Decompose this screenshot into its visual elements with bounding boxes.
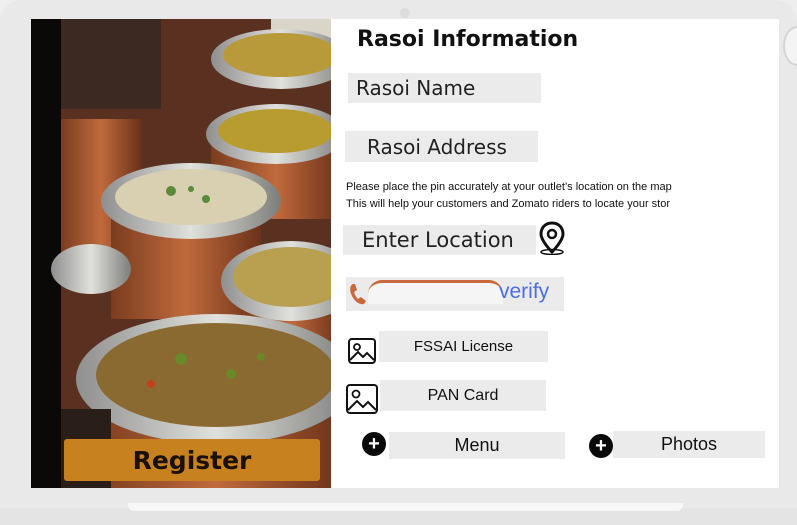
rasoi-address-input[interactable]: Rasoi Address: [345, 131, 538, 162]
phone-number-field[interactable]: verify: [346, 277, 564, 311]
register-button[interactable]: Register: [64, 439, 320, 481]
verify-button[interactable]: verify: [499, 280, 549, 304]
location-hint-line-2: This will help your customers and Zomato…: [346, 198, 671, 210]
map-pin-icon[interactable]: [538, 221, 566, 255]
laptop-bezel: Register Rasoi Information Rasoi Name Ra…: [0, 0, 797, 510]
laptop-hinge: [128, 503, 683, 511]
location-input[interactable]: Enter Location: [343, 225, 536, 255]
food-pots-illustration: [51, 19, 331, 488]
side-button: [783, 26, 797, 66]
image-icon[interactable]: [345, 383, 379, 415]
food-image: Register: [31, 19, 331, 488]
rasoi-name-input[interactable]: Rasoi Name: [348, 73, 541, 103]
location-hint: Please place the pin accurately at your …: [346, 179, 741, 213]
screen: Register Rasoi Information Rasoi Name Ra…: [31, 19, 779, 488]
photos-upload[interactable]: Photos: [613, 431, 765, 458]
camera-icon: [400, 8, 410, 18]
menu-upload[interactable]: Menu: [389, 432, 565, 459]
pan-card-upload[interactable]: PAN Card: [380, 380, 546, 411]
location-placeholder: Enter Location: [362, 228, 514, 252]
plus-circle-icon[interactable]: +: [362, 432, 386, 456]
phone-input[interactable]: [368, 280, 503, 304]
fssai-license-upload[interactable]: FSSAI License: [379, 331, 548, 362]
image-icon[interactable]: [347, 337, 377, 365]
phone-icon: [350, 284, 366, 305]
page-title: Rasoi Information: [357, 27, 579, 52]
plus-circle-icon[interactable]: +: [589, 434, 613, 458]
location-hint-line-1: Please place the pin accurately at your …: [346, 181, 672, 193]
